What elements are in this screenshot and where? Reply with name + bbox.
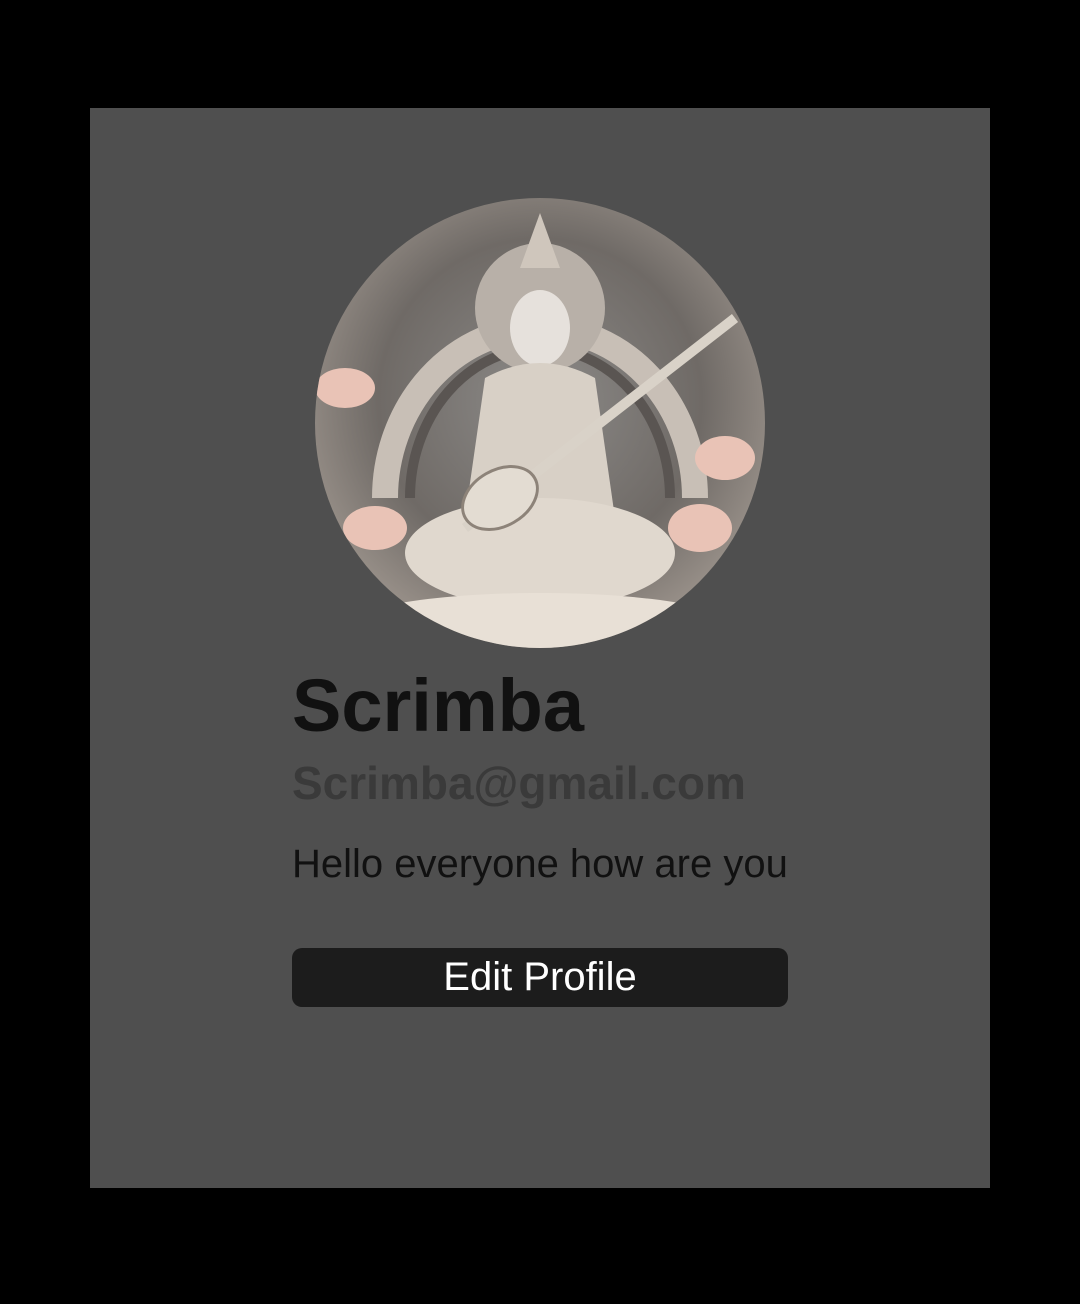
profile-bio: Hello everyone how are you [292, 842, 788, 886]
edit-profile-button[interactable]: Edit Profile [292, 948, 788, 1007]
avatar-image-icon [315, 198, 765, 648]
profile-card: Scrimba Scrimba@gmail.com Hello everyone… [90, 108, 990, 1188]
profile-email: Scrimba@gmail.com [292, 757, 746, 809]
profile-name: Scrimba [292, 664, 585, 747]
avatar [315, 198, 765, 648]
